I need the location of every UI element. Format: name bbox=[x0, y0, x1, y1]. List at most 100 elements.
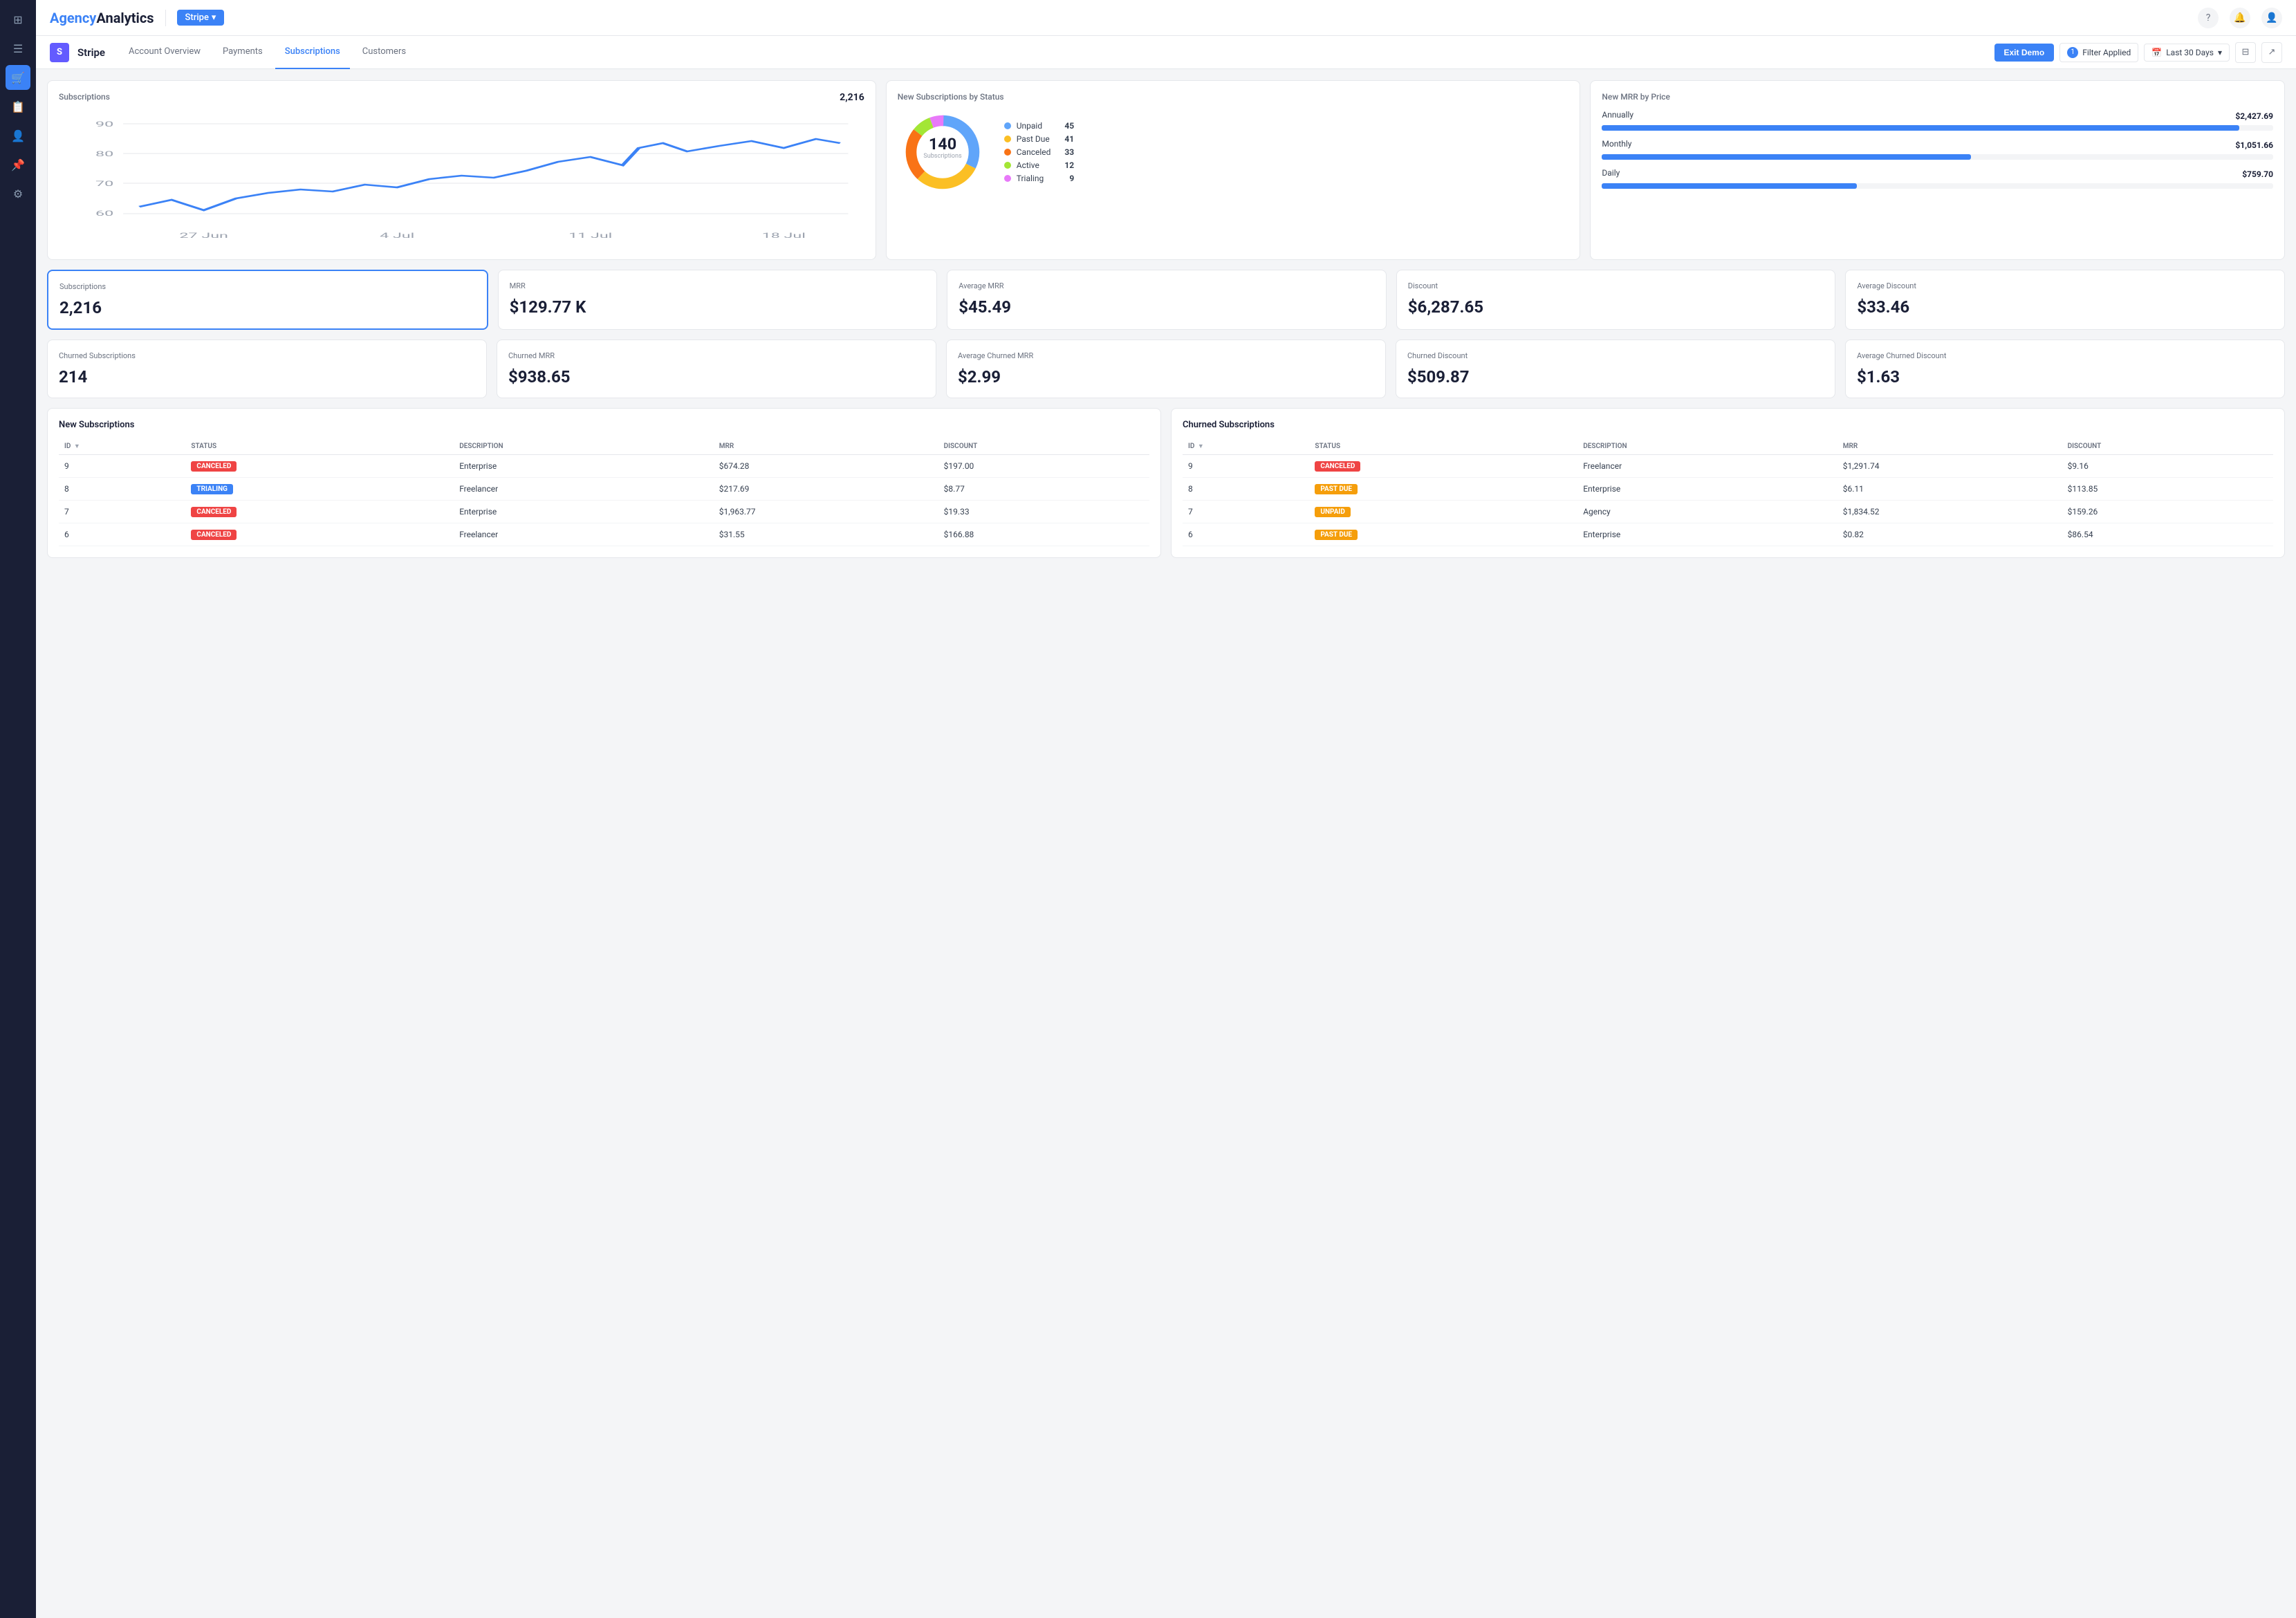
sidebar-item-menu[interactable]: ☰ bbox=[6, 36, 30, 61]
cell-mrr: $31.55 bbox=[714, 523, 938, 546]
legend-unpaid: Unpaid 45 bbox=[1004, 121, 1074, 131]
sidebar-item-cart[interactable]: 🛒 bbox=[6, 65, 30, 90]
metric-churned-subs[interactable]: Churned Subscriptions 214 bbox=[47, 340, 487, 398]
user-avatar[interactable]: 👤 bbox=[2261, 8, 2282, 28]
col-description: DESCRIPTION bbox=[454, 438, 714, 455]
brand-logo: AgencyAnalytics bbox=[50, 10, 154, 26]
svg-text:11 Jul: 11 Jul bbox=[568, 232, 612, 240]
mrr-monthly-label: Monthly bbox=[1602, 139, 1631, 149]
mrr-monthly-row: Monthly $1,051.66 bbox=[1602, 139, 2273, 151]
metric-subscriptions-title: Subscriptions bbox=[59, 282, 476, 291]
tab-subscriptions[interactable]: Subscriptions bbox=[275, 36, 350, 69]
new-subscriptions-title: New Subscriptions bbox=[59, 420, 1149, 430]
metric-avg-mrr[interactable]: Average MRR $45.49 bbox=[947, 270, 1387, 330]
cell-mrr: $1,834.52 bbox=[1837, 501, 2062, 523]
mrr-by-price-card: New MRR by Price Annually $2,427.69 bbox=[1590, 80, 2285, 260]
cell-id: 7 bbox=[1183, 501, 1309, 523]
tables-row: New Subscriptions ID ▼ STATUS DESCRIPTIO… bbox=[47, 408, 2285, 558]
dashboard: Subscriptions 2,216 90 80 70 60 bbox=[36, 69, 2296, 1618]
donut-title: New Subscriptions by Status bbox=[898, 92, 1569, 102]
metric-discount[interactable]: Discount $6,287.65 bbox=[1396, 270, 1836, 330]
cell-status: CANCELED bbox=[185, 501, 454, 523]
bell-icon[interactable]: 🔔 bbox=[2230, 8, 2250, 28]
sidebar-item-settings[interactable]: ⚙ bbox=[6, 181, 30, 206]
cell-id: 9 bbox=[1183, 455, 1309, 478]
active-count: 12 bbox=[1056, 160, 1074, 170]
svg-text:18 Jul: 18 Jul bbox=[762, 232, 806, 240]
table-row: 7 CANCELED Enterprise $1,963.77 $19.33 bbox=[59, 501, 1149, 523]
past-due-count: 41 bbox=[1056, 134, 1074, 144]
cell-id: 9 bbox=[59, 455, 185, 478]
platform-label: Stripe bbox=[185, 12, 209, 23]
col-id[interactable]: ID ▼ bbox=[59, 438, 185, 455]
cell-status: CANCELED bbox=[185, 455, 454, 478]
donut-legend: Unpaid 45 Past Due 41 Canceled 33 bbox=[1004, 121, 1074, 183]
metric-subscriptions[interactable]: Subscriptions 2,216 bbox=[47, 270, 488, 330]
churned-header-row: ID ▼ STATUS DESCRIPTION MRR DISCOUNT bbox=[1183, 438, 2273, 455]
metric-cards-bottom-row: Churned Subscriptions 214 Churned MRR $9… bbox=[47, 340, 2285, 398]
sub-nav-right: Exit Demo 1 Filter Applied 📅 Last 30 Day… bbox=[1994, 42, 2283, 63]
cell-id: 7 bbox=[59, 501, 185, 523]
cell-mrr: $217.69 bbox=[714, 478, 938, 501]
mrr-daily-amount: $759.70 bbox=[2242, 169, 2273, 179]
subscriptions-chart-card: Subscriptions 2,216 90 80 70 60 bbox=[47, 80, 876, 260]
cell-mrr: $6.11 bbox=[1837, 478, 2062, 501]
metric-churned-discount-title: Churned Discount bbox=[1407, 351, 1824, 360]
canceled-label: Canceled bbox=[1017, 147, 1051, 157]
unpaid-label: Unpaid bbox=[1017, 121, 1042, 131]
metric-avg-churned-mrr[interactable]: Average Churned MRR $2.99 bbox=[946, 340, 1386, 398]
sidebar-item-user[interactable]: 👤 bbox=[6, 123, 30, 148]
cell-status: CANCELED bbox=[185, 523, 454, 546]
chart-view-button[interactable]: ⊟ bbox=[2235, 42, 2256, 63]
tab-customers[interactable]: Customers bbox=[353, 36, 416, 69]
top-nav: AgencyAnalytics Stripe ▾ ? 🔔 👤 bbox=[36, 0, 2296, 36]
tab-account-overview[interactable]: Account Overview bbox=[119, 36, 210, 69]
platform-badge[interactable]: Stripe ▾ bbox=[177, 10, 225, 26]
cell-description: Enterprise bbox=[1577, 523, 1837, 546]
metric-churned-mrr-title: Churned MRR bbox=[508, 351, 925, 360]
churned-subscriptions-title: Churned Subscriptions bbox=[1183, 420, 2273, 430]
sort-icon: ▼ bbox=[74, 443, 80, 450]
svg-text:140: 140 bbox=[929, 134, 956, 154]
share-button[interactable]: ↗ bbox=[2261, 42, 2282, 63]
top-nav-right: ? 🔔 👤 bbox=[2198, 8, 2282, 28]
table-row: 8 PAST DUE Enterprise $6.11 $113.85 bbox=[1183, 478, 2273, 501]
metric-avg-mrr-value: $45.49 bbox=[959, 297, 1375, 317]
date-filter-button[interactable]: 📅 Last 30 Days ▾ bbox=[2144, 44, 2230, 62]
cell-discount: $9.16 bbox=[2062, 455, 2273, 478]
cell-id: 8 bbox=[59, 478, 185, 501]
metric-avg-churned-discount[interactable]: Average Churned Discount $1.63 bbox=[1845, 340, 2285, 398]
metric-avg-churned-mrr-title: Average Churned MRR bbox=[958, 351, 1374, 360]
mrr-annually-label: Annually bbox=[1602, 110, 1633, 120]
status-badge: CANCELED bbox=[191, 530, 237, 540]
line-chart: 90 80 70 60 27 Jun 4 Jul 11 Jul 18 Jul bbox=[59, 110, 864, 248]
metric-churned-discount[interactable]: Churned Discount $509.87 bbox=[1396, 340, 1835, 398]
col-id[interactable]: ID ▼ bbox=[1183, 438, 1309, 455]
cell-mrr: $1,291.74 bbox=[1837, 455, 2062, 478]
trialing-count: 9 bbox=[1061, 174, 1074, 183]
metric-churned-mrr[interactable]: Churned MRR $938.65 bbox=[497, 340, 936, 398]
donut-wrapper: 140 Subscriptions Unpaid 45 Past Due 41 bbox=[898, 107, 1569, 197]
metric-avg-discount-value: $33.46 bbox=[1857, 297, 2273, 317]
metric-avg-discount[interactable]: Average Discount $33.46 bbox=[1845, 270, 2285, 330]
new-subscriptions-header-row: ID ▼ STATUS DESCRIPTION MRR DISCOUNT bbox=[59, 438, 1149, 455]
metric-mrr[interactable]: MRR $129.77 K bbox=[498, 270, 938, 330]
sidebar-item-reports[interactable]: 📋 bbox=[6, 94, 30, 119]
cell-status: TRIALING bbox=[185, 478, 454, 501]
legend-past-due: Past Due 41 bbox=[1004, 134, 1074, 144]
exit-demo-button[interactable]: Exit Demo bbox=[1994, 44, 2055, 62]
brand-name-part1: Agency bbox=[50, 10, 96, 26]
filter-button[interactable]: 1 Filter Applied bbox=[2059, 43, 2138, 62]
help-icon[interactable]: ? bbox=[2198, 8, 2219, 28]
svg-text:Subscriptions: Subscriptions bbox=[923, 153, 962, 160]
tab-payments[interactable]: Payments bbox=[213, 36, 272, 69]
sidebar-item-home[interactable]: ⊞ bbox=[6, 7, 30, 32]
metric-churned-subs-title: Churned Subscriptions bbox=[59, 351, 475, 360]
mrr-annually: Annually $2,427.69 bbox=[1602, 110, 2273, 131]
cell-discount: $8.77 bbox=[938, 478, 1149, 501]
table-row: 6 CANCELED Freelancer $31.55 $166.88 bbox=[59, 523, 1149, 546]
sidebar-item-pin[interactable]: 📌 bbox=[6, 152, 30, 177]
mrr-annually-amount: $2,427.69 bbox=[2235, 111, 2273, 121]
col-status: STATUS bbox=[1309, 438, 1577, 455]
table-row: 9 CANCELED Enterprise $674.28 $197.00 bbox=[59, 455, 1149, 478]
